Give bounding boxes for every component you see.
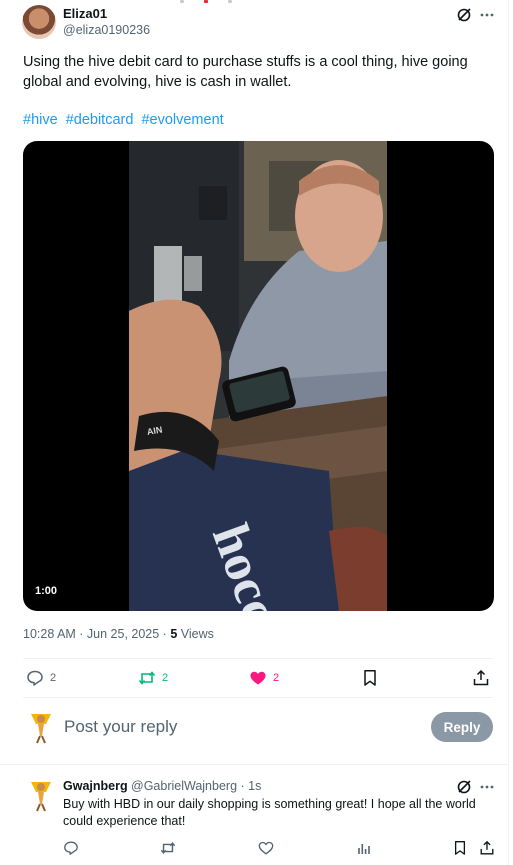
repost-count: 2 [162,672,169,684]
reply-submit-button[interactable]: Reply [431,712,493,742]
reply-author-name[interactable]: Gwajnberg [63,779,128,793]
repost-icon [160,840,176,856]
reply-author-avatar[interactable] [28,778,54,812]
repost-button[interactable]: 2 [138,669,168,687]
share-icon [479,840,495,856]
more-icon[interactable] [478,778,496,796]
author-avatar[interactable] [22,5,56,39]
divider [0,764,508,765]
reply-text: Buy with HBD in our daily shopping is so… [63,797,476,828]
hashtag-link[interactable]: #evolvement [141,112,223,128]
grok-icon[interactable] [455,778,473,796]
video-frame[interactable]: hocc AIN [129,141,387,611]
video-player[interactable]: hocc AIN 1:00 [23,141,494,611]
reply-author-handle[interactable]: @GabrielWajnberg · 1s [131,779,261,793]
divider [23,658,493,659]
repost-icon [138,669,156,687]
heart-icon [258,840,274,856]
reply-input[interactable]: Post your reply [64,717,177,737]
video-duration: 1:00 [35,585,58,597]
reply-reply-button[interactable] [63,840,79,856]
hashtag-link[interactable]: #debitcard [66,112,134,128]
bookmark-icon [362,669,378,687]
scrolled-content-edge [180,0,240,3]
share-icon [472,669,490,687]
more-icon[interactable] [478,6,496,24]
share-button[interactable] [472,669,490,687]
heart-filled-icon [249,669,267,687]
like-button[interactable]: 2 [249,669,279,687]
video-still: hocc AIN [129,141,387,611]
timeline-border [508,0,509,865]
views-label: Views [177,627,214,641]
like-count: 2 [273,672,280,684]
tweet-text: Using the hive debit card to purchase st… [23,54,468,90]
reply-bookmark-button[interactable] [453,840,467,856]
divider [23,697,493,698]
hashtag-link[interactable]: #hive [23,112,58,128]
current-user-avatar[interactable] [28,710,54,744]
reply-button[interactable]: 2 [26,669,56,687]
reply-icon [26,669,44,687]
reply-views-button[interactable] [356,840,372,856]
reply-count: 2 [50,672,57,684]
tweet-meta: 10:28 AM · Jun 25, 2025 · 5 Views [23,627,214,641]
bookmark-icon [453,840,467,856]
author-handle[interactable]: @eliza0190236 [63,23,150,37]
hashtags: #hive #debitcard #evolvement [23,112,228,128]
tweet-timestamp[interactable]: 10:28 AM · Jun 25, 2025 · [23,627,170,641]
reply-like-button[interactable] [258,840,274,856]
bookmark-button[interactable] [362,669,378,687]
reply-share-button[interactable] [479,840,495,856]
author-name[interactable]: Eliza01 [63,6,107,21]
grok-icon[interactable] [455,6,473,24]
views-icon [356,840,372,856]
reply-icon [63,840,79,856]
reply-repost-button[interactable] [160,840,176,856]
